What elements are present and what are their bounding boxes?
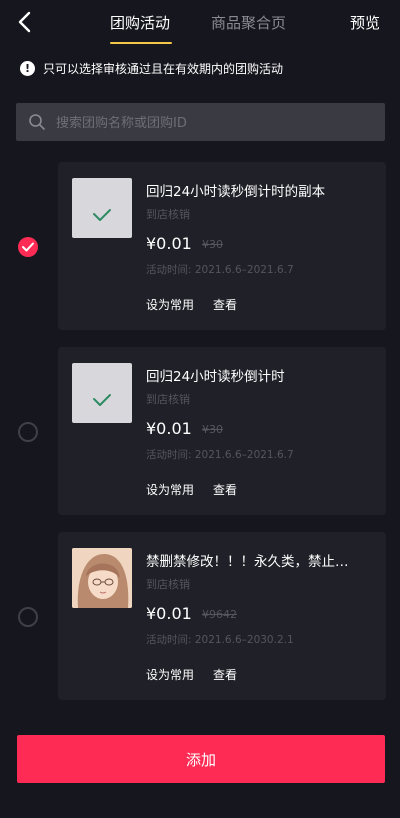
view-button[interactable]: 查看 — [213, 296, 237, 313]
activity-price: ¥0.01 — [146, 234, 192, 253]
view-button[interactable]: 查看 — [213, 481, 237, 498]
select-radio[interactable] — [18, 422, 38, 442]
exclamation-icon: ! — [20, 60, 35, 76]
active-tab-indicator — [110, 42, 172, 44]
activity-card[interactable]: 禁删禁修改！！！永久类，禁止… 到店核销 ¥0.01 ¥9642 活动时间: 2… — [58, 532, 386, 700]
activity-thumbnail-anime — [72, 548, 132, 608]
search-input[interactable] — [54, 103, 378, 143]
select-radio-checked[interactable] — [18, 237, 38, 257]
notice-text: 只可以选择审核通过且在有效期内的团购活动 — [43, 61, 284, 76]
notice-bar: ! 只可以选择审核通过且在有效期内的团购活动 — [20, 58, 283, 78]
activity-thumbnail — [72, 178, 132, 238]
activity-card[interactable]: 回归24小时读秒倒计时 到店核销 ¥0.01 ¥30 活动时间: 2021.6.… — [58, 347, 386, 515]
tab-group-activity[interactable]: 团购活动 — [110, 12, 170, 33]
set-common-button[interactable]: 设为常用 — [146, 666, 194, 683]
activity-card[interactable]: 回归24小时读秒倒计时的副本 到店核销 ¥0.01 ¥30 活动时间: 2021… — [58, 162, 386, 330]
top-nav-bar: 团购活动 商品聚合页 预览 — [0, 0, 400, 44]
original-price: ¥30 — [202, 423, 223, 436]
activity-title: 回归24小时读秒倒计时 — [146, 369, 285, 385]
activity-time: 活动时间: 2021.6.6–2021.6.7 — [146, 264, 294, 276]
activity-row: 回归24小时读秒倒计时的副本 到店核销 ¥0.01 ¥30 活动时间: 2021… — [0, 162, 400, 332]
activity-title: 回归24小时读秒倒计时的副本 — [146, 184, 326, 200]
set-common-button[interactable]: 设为常用 — [146, 481, 194, 498]
preview-button[interactable]: 预览 — [350, 12, 380, 33]
search-icon — [29, 114, 45, 130]
checkmark-icon — [93, 209, 111, 221]
activity-type: 到店核销 — [146, 393, 190, 406]
activity-title: 禁删禁修改！！！永久类，禁止… — [146, 554, 349, 570]
activity-price: ¥0.01 — [146, 419, 192, 438]
activity-time: 活动时间: 2021.6.6–2030.2.1 — [146, 634, 294, 646]
activity-row: 禁删禁修改！！！永久类，禁止… 到店核销 ¥0.01 ¥9642 活动时间: 2… — [0, 532, 400, 702]
checkmark-icon — [22, 242, 34, 252]
activity-time: 活动时间: 2021.6.6–2021.6.7 — [146, 449, 294, 461]
back-button[interactable] — [14, 8, 38, 36]
original-price: ¥30 — [202, 238, 223, 251]
select-radio[interactable] — [18, 607, 38, 627]
activity-type: 到店核销 — [146, 208, 190, 221]
activity-thumbnail — [72, 363, 132, 423]
activity-row: 回归24小时读秒倒计时 到店核销 ¥0.01 ¥30 活动时间: 2021.6.… — [0, 347, 400, 517]
anime-avatar-image — [72, 548, 132, 608]
tab-product-aggregation[interactable]: 商品聚合页 — [211, 12, 286, 33]
add-button[interactable]: 添加 — [17, 735, 385, 783]
view-button[interactable]: 查看 — [213, 666, 237, 683]
checkmark-icon — [93, 394, 111, 406]
activity-type: 到店核销 — [146, 578, 190, 591]
original-price: ¥9642 — [202, 608, 237, 621]
chevron-left-icon — [18, 11, 31, 33]
activity-price: ¥0.01 — [146, 604, 192, 623]
search-bar — [16, 103, 385, 143]
set-common-button[interactable]: 设为常用 — [146, 296, 194, 313]
